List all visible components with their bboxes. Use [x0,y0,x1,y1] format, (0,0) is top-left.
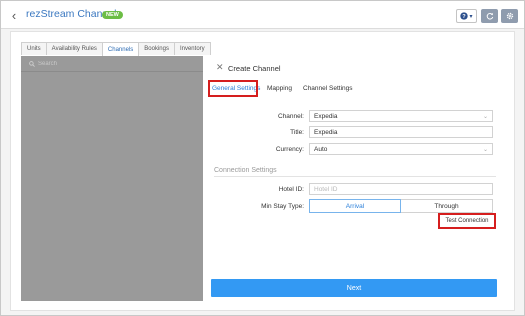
currency-select[interactable]: Auto ⌄ [309,143,493,155]
caret-down-icon: ▾ [469,13,473,20]
tab-units[interactable]: Units [21,42,47,55]
chevron-left-icon: ‹ [11,7,17,23]
search-input[interactable] [38,60,188,67]
help-button[interactable]: ? ▾ [456,9,477,23]
next-button[interactable]: Next [211,279,497,297]
section-tabs: Units Availability Rules Channels Bookin… [21,42,211,56]
settings-button[interactable] [501,9,518,23]
channel-select[interactable]: Expedia ⌄ [309,110,493,122]
tab-availability-rules[interactable]: Availability Rules [45,42,103,55]
currency-value: Auto [314,145,328,153]
new-badge: NEW [102,11,123,19]
question-circle-icon: ? [460,12,469,20]
min-stay-through-option[interactable]: Through [401,199,493,213]
hotel-id-field[interactable]: Hotel ID [309,183,493,195]
search-icon [29,60,35,67]
highlight-box [438,213,496,229]
gear-icon [506,12,513,20]
app-header: ‹ rezStream Channels NEW ? ▾ [1,1,524,29]
channel-list-pane [21,56,203,301]
tab-mapping[interactable]: Mapping [267,85,292,92]
chevron-down-icon: ⌄ [482,147,488,153]
tab-channels[interactable]: Channels [101,42,140,56]
refresh-button[interactable] [481,9,498,23]
refresh-icon [486,12,493,20]
currency-label: Currency: [275,146,304,153]
tab-channel-settings[interactable]: Channel Settings [303,85,353,92]
create-channel-dialog: ✕ Create Channel General Settings Mappin… [204,56,504,301]
min-stay-type-label: Min Stay Type: [261,203,304,210]
back-button[interactable]: ‹ [7,7,21,23]
search-bar [21,56,203,72]
tab-bookings[interactable]: Bookings [138,42,175,55]
min-stay-arrival-option[interactable]: Arrival [309,199,401,213]
channel-value: Expedia [314,112,338,120]
close-icon[interactable]: ✕ [216,62,224,73]
hotel-id-label: Hotel ID: [278,186,304,193]
tab-inventory[interactable]: Inventory [173,42,211,55]
connection-settings-heading: Connection Settings [214,167,277,174]
dialog-title: Create Channel [228,64,281,73]
chevron-down-icon: ⌄ [482,114,488,120]
hotel-id-placeholder: Hotel ID [314,185,338,193]
title-label: Title: [290,129,304,136]
title-field[interactable]: Expedia [309,126,493,138]
svg-text:?: ? [463,14,467,20]
title-value: Expedia [314,128,338,136]
highlight-box [208,80,258,97]
channel-label: Channel: [277,113,304,120]
divider [214,176,496,177]
